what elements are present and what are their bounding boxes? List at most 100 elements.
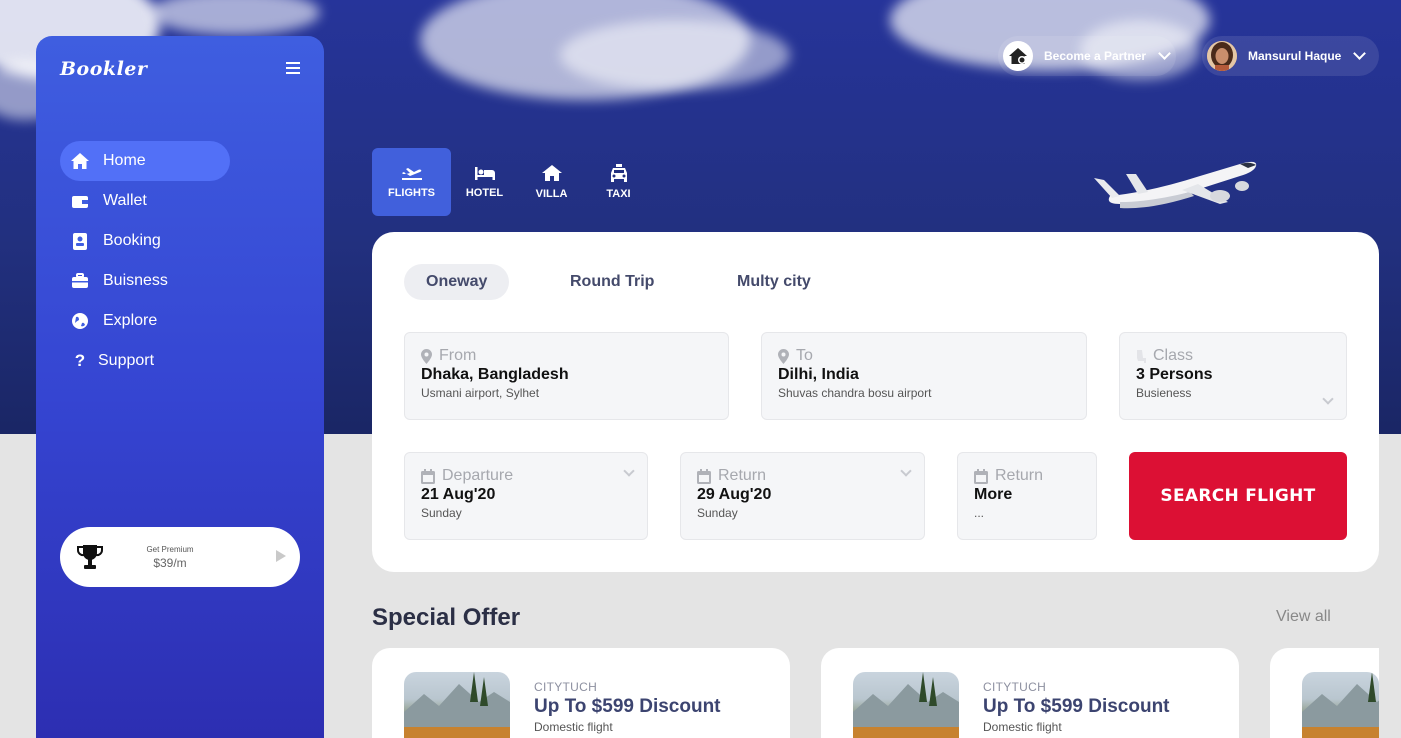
wallet-icon [70,191,90,211]
from-label: From [439,347,477,364]
class-label: Class [1153,347,1194,364]
play-icon[interactable] [276,550,286,562]
sidebar-item-explore[interactable]: Explore [60,301,300,341]
to-label: To [796,347,813,364]
to-field[interactable]: To Dilhi, India Shuvas chandra bosu airp… [761,332,1087,420]
class-value: 3 Persons [1136,366,1213,383]
calendar-icon [974,468,988,484]
to-airport: Shuvas chandra bosu airport [778,386,932,400]
return-date: 29 Aug'20 [697,486,772,503]
house-icon [541,165,562,181]
more-field[interactable]: Return More ... [957,452,1097,540]
sidebar-item-label: Booking [103,232,161,249]
taxi-icon [610,164,627,182]
from-field[interactable]: From Dhaka, Bangladesh Usmani airport, S… [404,332,729,420]
offer-card-partial[interactable] [1270,648,1379,738]
more-sub: ... [974,506,985,520]
calendar-icon [421,468,435,484]
sidebar-item-wallet[interactable]: Wallet [60,181,300,221]
premium-label: Get Premium [146,545,194,554]
offer-headline: Up To $599 Discount [983,696,1170,717]
more-value: More [974,486,1013,503]
from-value: Dhaka, Bangladesh [421,366,569,383]
location-pin-icon [778,348,789,364]
departure-day: Sunday [421,506,462,520]
seat-icon [1136,349,1146,363]
menu-icon[interactable] [286,62,300,74]
app-logo[interactable]: Bookler [60,58,147,80]
sidebar: Bookler Home Wallet Booking Buisness Exp… [36,36,324,738]
sidebar-item-label: Home [103,152,146,169]
chevron-down-icon [1158,47,1171,60]
category-tabs: FLIGHTS HOTEL VILLA TAXI [372,148,652,216]
trip-type-oneway[interactable]: Oneway [404,264,510,300]
tab-label: VILLA [535,188,568,200]
sidebar-item-business[interactable]: Buisness [60,261,300,301]
offer-image [1302,672,1379,738]
sidebar-item-label: Explore [103,312,158,329]
sidebar-item-label: Wallet [103,192,147,209]
tab-label: FLIGHTS [387,187,436,199]
sidebar-item-label: Buisness [103,272,168,289]
special-offer-title: Special Offer [372,604,521,631]
bed-icon [474,167,495,180]
return-day: Sunday [697,506,738,520]
offer-card[interactable]: CITYTUCH Up To $599 Discount Domestic fl… [821,648,1239,738]
more-label: Return [995,467,1044,484]
trophy-icon [76,543,104,576]
partner-label: Become a Partner [1044,49,1147,63]
offer-brand: CITYTUCH [983,680,1047,694]
trip-type-multi-city[interactable]: Multy city [715,264,833,300]
booking-icon [70,231,90,251]
offer-subtitle: Domestic flight [983,720,1062,734]
premium-price: $39/m [153,556,187,570]
to-value: Dilhi, India [778,366,859,383]
offer-subtitle: Domestic flight [534,720,613,734]
view-all-link[interactable]: View all [1276,608,1331,626]
class-field[interactable]: Class 3 Persons Busieness [1119,332,1347,420]
flight-search-card: Oneway Round Trip Multy city From Dhaka,… [372,232,1379,572]
tab-villa[interactable]: VILLA [518,148,585,216]
sidebar-item-home[interactable]: Home [60,141,230,181]
become-partner-button[interactable]: Become a Partner [998,36,1176,76]
chevron-down-icon [1353,47,1367,60]
tab-label: HOTEL [465,187,504,199]
user-name: Mansurul Haque [1248,49,1342,63]
return-label: Return [718,467,767,484]
avatar [1207,41,1237,71]
departure-field[interactable]: Departure 21 Aug'20 Sunday [404,452,648,540]
tab-flights[interactable]: FLIGHTS [372,148,451,216]
trip-type-round-trip[interactable]: Round Trip [548,264,676,300]
offer-image [404,672,510,738]
tab-label: TAXI [606,188,631,200]
cloud [560,20,790,90]
tab-hotel[interactable]: HOTEL [451,148,518,216]
cloud [150,0,320,35]
offer-image [853,672,959,738]
sidebar-item-label: Support [98,352,155,369]
class-type: Busieness [1136,386,1192,400]
from-airport: Usmani airport, Sylhet [421,386,540,400]
departure-date: 21 Aug'20 [421,486,496,503]
return-field[interactable]: Return 29 Aug'20 Sunday [680,452,925,540]
plane-icon [401,168,422,180]
briefcase-icon [70,271,90,291]
offer-brand: CITYTUCH [534,680,598,694]
offer-card[interactable]: CITYTUCH Up To $599 Discount Domestic fl… [372,648,790,738]
home-icon [70,151,90,171]
offer-headline: Up To $599 Discount [534,696,721,717]
location-pin-icon [421,348,432,364]
calendar-icon [697,468,711,484]
search-flight-button[interactable]: SEARCH FLIGHT [1129,452,1347,540]
premium-card[interactable]: Get Premium $39/m [60,527,300,587]
airplane-illustration [1094,161,1257,209]
sidebar-item-support[interactable]: ? Support [60,341,300,381]
tab-taxi[interactable]: TAXI [585,148,652,216]
partner-house-icon [1003,41,1033,71]
sidebar-nav: Home Wallet Booking Buisness Explore ? S… [60,141,300,381]
question-icon: ? [74,351,86,370]
globe-icon [70,311,90,331]
user-menu[interactable]: Mansurul Haque [1202,36,1379,76]
sidebar-item-booking[interactable]: Booking [60,221,300,261]
departure-label: Departure [442,467,514,484]
